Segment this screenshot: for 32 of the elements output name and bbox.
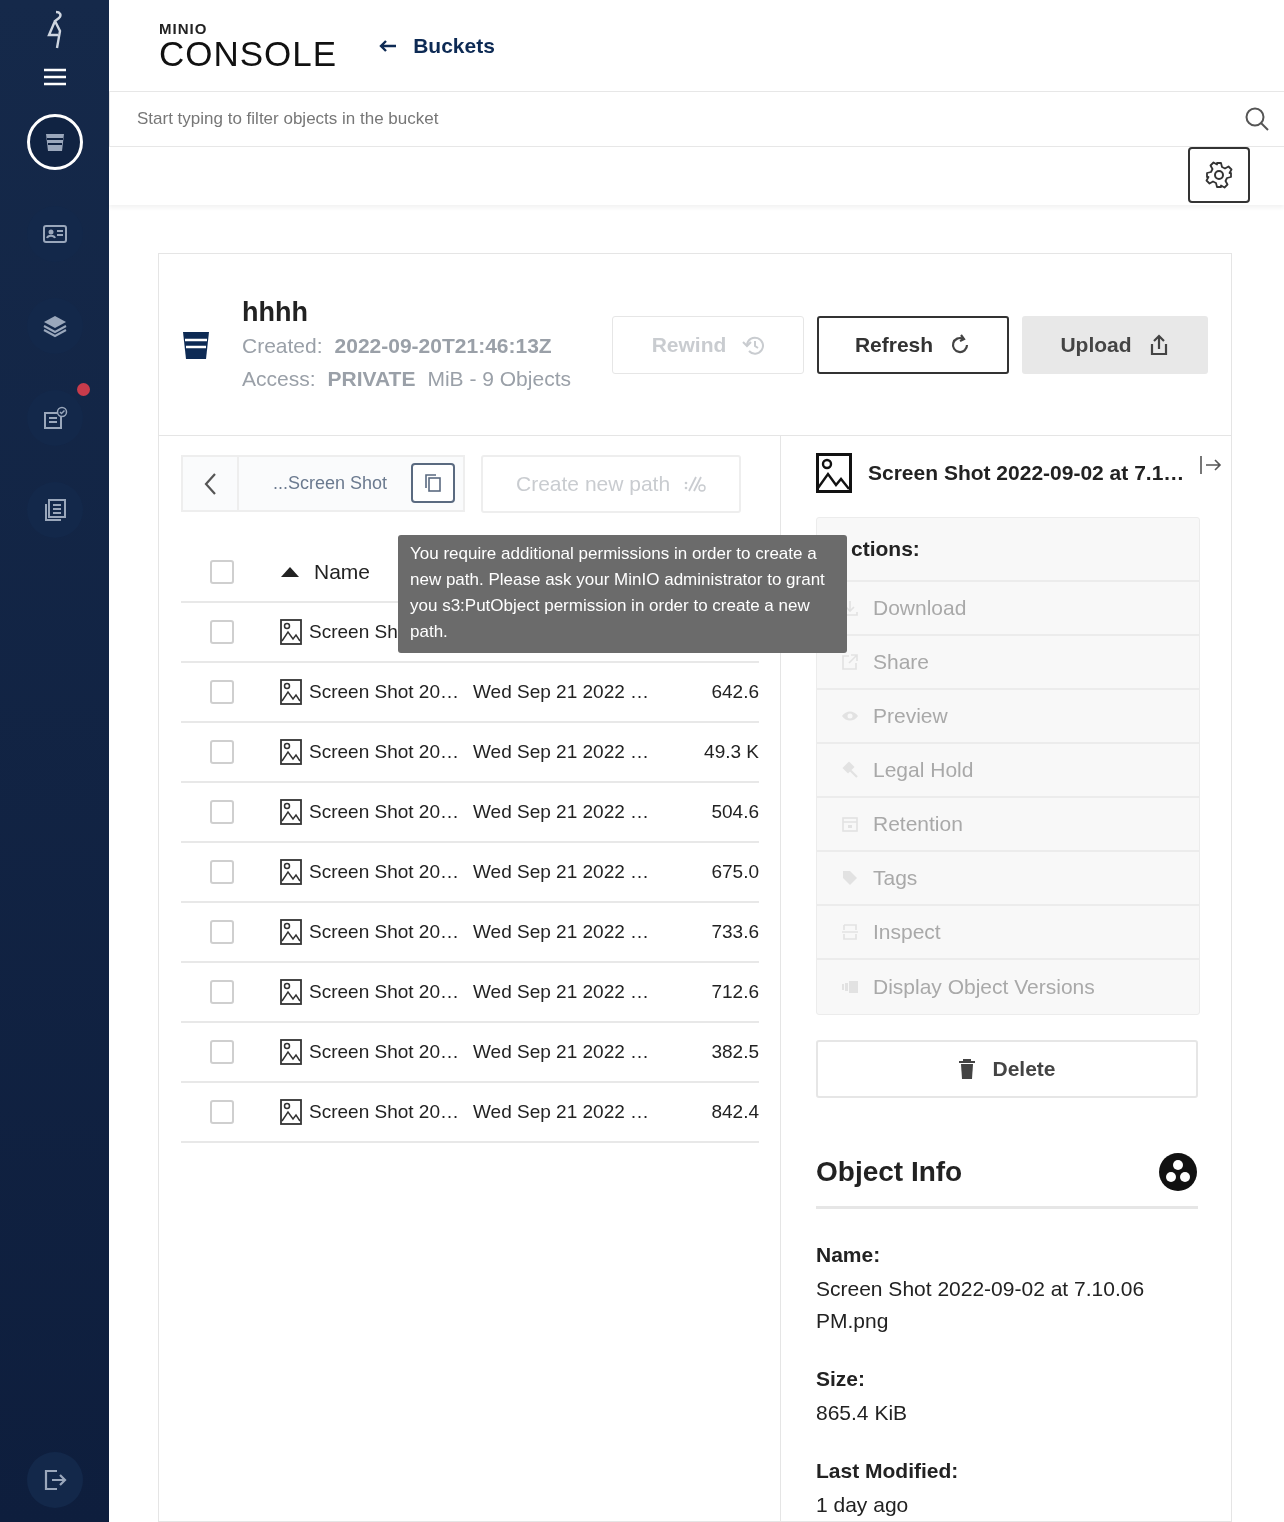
modified-date: Wed Sep 21 2022 … — [473, 681, 651, 703]
file-size: 49.3 K — [703, 741, 759, 763]
info-value: 1 day ago — [816, 1492, 910, 1518]
info-value: Screen Shot 2022-09-02 at 7.10.06 PM.png — [816, 1276, 1146, 1334]
file-size: 733.6 — [710, 921, 759, 943]
modified-date: Wed Sep 21 2022 … — [473, 1041, 651, 1063]
access-value: PRIVATE — [327, 366, 416, 392]
modified-date: Wed Sep 21 2022 … — [473, 741, 651, 763]
file-size: 504.6 — [710, 801, 759, 823]
console-logo: MINIO CONSOLE — [159, 20, 338, 71]
file-size: 382.5 — [710, 1041, 759, 1063]
info-value: 865.4 KiB — [816, 1400, 909, 1426]
file-size: 842.4 — [710, 1101, 759, 1123]
file-size: 712.6 — [710, 981, 759, 1003]
info-label: Size: — [816, 1367, 866, 1391]
bucket-summary: MiB - 9 Objects — [427, 366, 571, 392]
modified-date: Wed Sep 21 2022 … — [473, 801, 651, 823]
bucket-name: hhhh — [242, 297, 309, 328]
file-size: 675.0 — [710, 861, 759, 883]
info-label: Name: — [816, 1243, 882, 1267]
modified-date: Wed Sep 21 2022 … — [473, 921, 651, 943]
modified-date: Wed Sep 21 2022 … — [473, 861, 651, 883]
modified-date: Wed Sep 21 2022 … — [473, 1101, 651, 1123]
file-size: 642.6 — [710, 681, 759, 703]
modified-date: Wed Sep 21 2022 … — [473, 981, 651, 1003]
created-label: Created: — [242, 333, 323, 359]
access-label: Access: — [242, 366, 316, 392]
object-info-heading: Object Info — [816, 1156, 963, 1188]
object-title: Screen Shot 2022-09-02 at 7.1… — [868, 461, 1185, 485]
permission-tooltip: You require additional permissions in order to create a new path. Please ask your MinIO administrator to grant you s3:PutObject permission in order to create a new path. — [398, 535, 847, 653]
info-label: Last Modified: — [816, 1459, 960, 1483]
created-value: 2022-09-20T21:46:13Z — [334, 333, 552, 359]
